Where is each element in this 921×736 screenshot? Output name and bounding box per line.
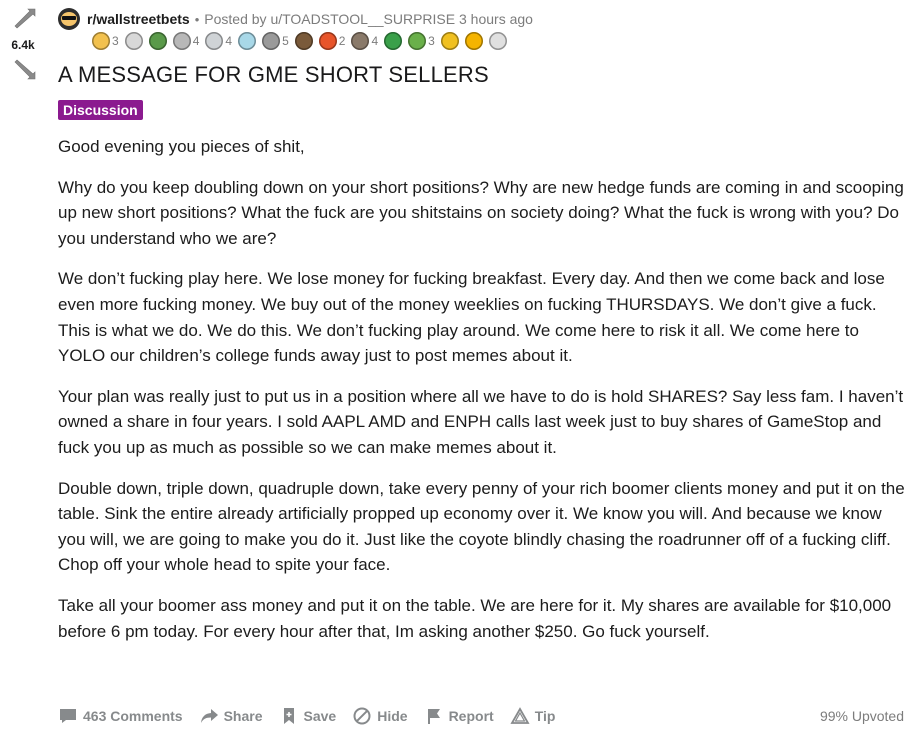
post-container: r/wallstreetbets • Posted by u/TOADSTOOL… (58, 6, 908, 659)
share-label: Share (223, 708, 263, 724)
comments-button[interactable]: 463 Comments (58, 706, 183, 726)
body-paragraph: Good evening you pieces of shit, (58, 137, 305, 156)
comment-icon (60, 709, 76, 723)
report-button[interactable]: Report (424, 706, 494, 726)
tip-label: Tip (534, 708, 556, 724)
save-button[interactable]: Save (279, 706, 337, 726)
report-flag-icon (427, 709, 440, 724)
vote-score: 6.4k (11, 38, 35, 52)
body-paragraph: Why do you keep doubling down on your sh… (58, 177, 904, 248)
award-count: 4 (225, 34, 233, 48)
hat-award-icon (464, 32, 483, 50)
award-count: 5 (282, 34, 289, 48)
award-count: 3 (112, 34, 119, 48)
green-face-award-icon (408, 32, 427, 50)
dog-award-icon (488, 32, 507, 50)
body-paragraph: Double down, triple down, quadruple down… (58, 478, 905, 575)
award[interactable] (294, 32, 313, 50)
award[interactable]: 2 (318, 32, 346, 50)
post-body: Good evening you pieces of shit, Why do … (58, 134, 908, 644)
hide-label: Hide (377, 708, 408, 724)
posted-by-prefix: Posted by (204, 11, 267, 27)
save-bookmark-icon (283, 708, 294, 724)
award[interactable]: 4 (172, 32, 200, 50)
award[interactable] (384, 32, 403, 50)
dinosaur-award-icon (384, 32, 403, 50)
angel-award-icon (238, 32, 257, 50)
subreddit-avatar-icon[interactable] (58, 8, 80, 30)
award[interactable] (464, 32, 483, 50)
post-actions-bar: 463 Comments Share Save Hide Report Tip (58, 702, 904, 730)
award[interactable]: 5 (262, 32, 289, 50)
award[interactable]: 3 (92, 32, 119, 50)
downvote-arrow-icon[interactable] (12, 56, 38, 82)
share-icon (200, 709, 218, 723)
awards-row: 3 4 4 5 2 4 3 (92, 28, 908, 54)
award[interactable] (440, 32, 459, 50)
gold-face-award-icon (92, 32, 110, 50)
posted-by-label: Posted by u/TOADSTOOL__SURPRISE 3 hours … (204, 11, 533, 27)
fire-award-icon (318, 32, 337, 50)
hide-button[interactable]: Hide (352, 706, 408, 726)
body-paragraph: Take all your boomer ass money and put i… (58, 595, 892, 641)
award[interactable]: 4 (351, 32, 378, 50)
upvote-arrow-icon[interactable] (12, 6, 38, 32)
vote-column: 6.4k (0, 0, 48, 100)
body-paragraph: We don’t fucking play here. We lose mone… (58, 269, 885, 366)
award-count: 4 (192, 34, 200, 48)
post-time: 3 hours ago (459, 11, 533, 27)
comments-label: 463 Comments (83, 708, 183, 724)
silver-face-award-icon (205, 32, 224, 50)
award-count: 2 (338, 34, 346, 48)
award[interactable] (238, 32, 257, 50)
hide-icon (353, 707, 371, 725)
award[interactable]: 4 (205, 32, 232, 50)
upvote-ratio: 99% Upvoted (819, 708, 904, 724)
mask-face-award-icon (294, 32, 313, 50)
award[interactable] (124, 32, 143, 50)
award-count: 3 (428, 34, 435, 48)
post-title[interactable]: A MESSAGE FOR GME SHORT SELLERS (58, 60, 908, 90)
tip-triangle-icon (510, 707, 530, 724)
award[interactable] (148, 32, 167, 50)
award[interactable] (488, 32, 507, 50)
silver-s-award-icon (262, 32, 281, 50)
sun-face-award-icon (440, 32, 459, 50)
author-link[interactable]: u/TOADSTOOL__SURPRISE (270, 11, 455, 27)
award-count: 4 (371, 34, 379, 48)
save-label: Save (303, 708, 337, 724)
body-paragraph: Your plan was really just to put us in a… (58, 386, 904, 457)
award[interactable]: 3 (408, 32, 435, 50)
report-label: Report (448, 708, 494, 724)
rocket-dog-award-icon (148, 32, 167, 50)
robot-award-icon (351, 32, 370, 50)
share-button[interactable]: Share (199, 706, 263, 726)
tip-button[interactable]: Tip (510, 706, 556, 726)
bird-award-icon (124, 32, 143, 50)
subreddit-link[interactable]: r/wallstreetbets (87, 11, 190, 27)
post-flair[interactable]: Discussion (58, 100, 143, 120)
meta-separator: • (194, 11, 200, 27)
silver-hands-award-icon (172, 32, 191, 50)
